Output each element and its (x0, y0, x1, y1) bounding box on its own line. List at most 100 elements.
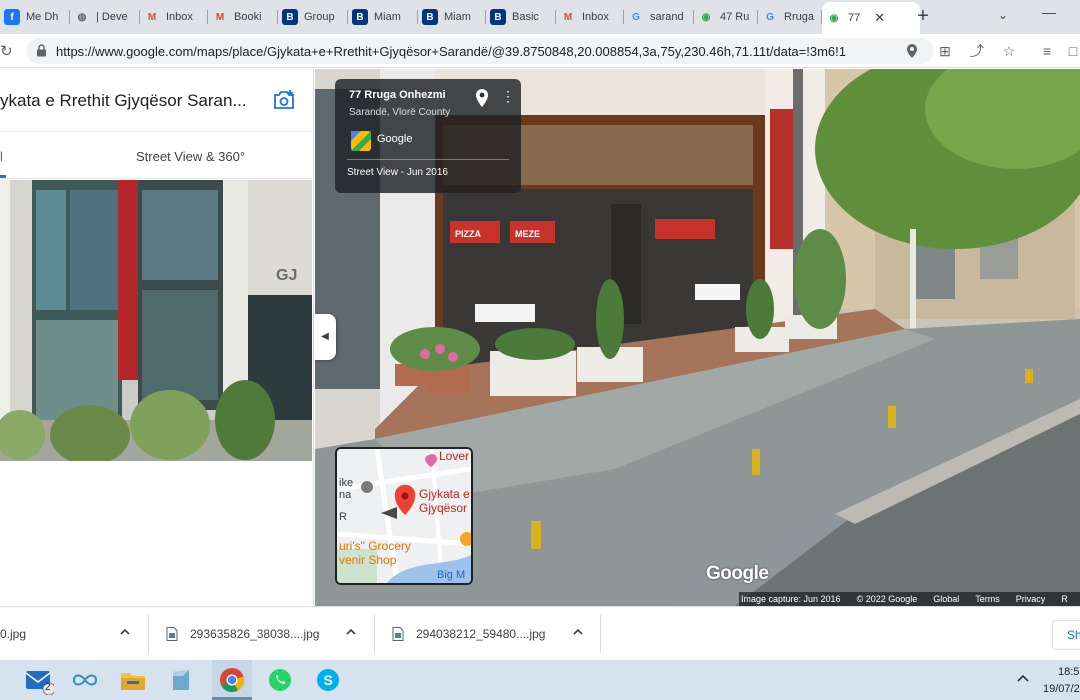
google-maps-logo-icon (351, 131, 371, 151)
map-label: R (339, 511, 347, 523)
tab-title: sarand (650, 11, 684, 23)
privacy-link[interactable]: Privacy (1016, 594, 1046, 604)
browser-tab[interactable]: M Inbox (140, 4, 208, 30)
browser-tab[interactable]: B Miam (348, 4, 418, 30)
file-icon (166, 627, 178, 641)
download-item[interactable]: 0.jpg (0, 607, 26, 661)
street-view-canvas[interactable]: PIZZA MEZE 77 Rruga Onhezmi Sarandë, Vlo… (315, 69, 1080, 606)
download-filename: 294038212_59480....jpg (416, 627, 546, 641)
booking-icon: B (490, 9, 506, 25)
add-photo-icon[interactable] (272, 89, 296, 111)
bookmark-star-icon[interactable]: ☆ (1000, 42, 1018, 60)
google-icon: G (766, 11, 774, 23)
download-filename: 293635826_38038....jpg (190, 627, 320, 641)
place-details-panel: ykata e Rrethit Gjyqësor Saran... l Stre… (0, 69, 314, 606)
browser-tab[interactable]: G Rruga (758, 4, 822, 30)
file-icon (392, 627, 404, 641)
new-tab-button[interactable]: + (912, 6, 934, 28)
browser-tab[interactable]: M Inbox (556, 4, 624, 30)
browser-tab[interactable]: M Booki (208, 4, 278, 30)
notes-app-icon[interactable] (166, 664, 196, 696)
street-view-address[interactable]: 77 Rruga Onhezmi (349, 89, 446, 101)
tab-all[interactable]: l (0, 149, 3, 164)
street-view-date[interactable]: Street View - Jun 2016 (347, 167, 448, 178)
svg-text:GJ: GJ (276, 267, 297, 284)
tab-title: 47 Ru (720, 11, 750, 23)
browser-tab[interactable]: B Basic (486, 4, 556, 30)
browser-tab[interactable]: Gsarand (624, 4, 694, 30)
booking-icon: B (282, 9, 298, 25)
chevron-up-icon[interactable] (345, 626, 357, 638)
share-icon[interactable]: ⤴ (968, 42, 986, 60)
lock-icon[interactable] (36, 44, 47, 57)
reload-icon[interactable]: ↻ (0, 42, 13, 60)
chrome-icon[interactable] (217, 664, 247, 696)
globe-icon: ◍ (77, 11, 87, 23)
mail-app-icon[interactable]: 2 (24, 664, 54, 696)
download-item[interactable]: 293635826_38038....jpg (166, 607, 319, 661)
browser-tab[interactable]: ◍ | Deve (70, 4, 140, 30)
clock-date[interactable]: 19/07/2 (1043, 683, 1080, 695)
map-label: Gjykata e (419, 487, 470, 501)
tab-title: Miam (444, 11, 471, 23)
tab-title: 77 (848, 12, 861, 24)
gmail-icon: M (215, 11, 225, 23)
chevron-up-icon[interactable] (119, 626, 131, 638)
tab-street-view[interactable]: Street View & 360° (136, 149, 245, 164)
mini-map[interactable]: Lover Gjykata e Gjyqësor ike na R uri's"… (335, 447, 473, 585)
install-app-icon[interactable]: ⊞ (936, 42, 954, 60)
divider (148, 615, 149, 653)
location-pin-icon[interactable] (475, 89, 489, 107)
show-hidden-icons-chevron-icon[interactable] (1016, 673, 1030, 683)
tab-title: Inbox (166, 11, 193, 23)
map-label: ike (339, 477, 354, 489)
windows-taskbar: 2 S 18:5 19/07/2 (0, 660, 1080, 700)
reading-list-icon[interactable]: ≡ (1038, 42, 1056, 60)
location-pin-icon[interactable] (906, 44, 918, 58)
file-explorer-icon[interactable] (118, 664, 148, 696)
tab-title: Booki (234, 11, 262, 23)
place-photo[interactable]: GJ (0, 180, 312, 461)
attribution-bar: Image capture: Jun 2016 © 2022 Google Gl… (739, 592, 1080, 606)
minimize-window-button[interactable]: — (1042, 4, 1056, 20)
google-icon: G (632, 11, 640, 23)
map-label: Big M (437, 569, 466, 581)
pizza-sign: PIZZA (455, 229, 481, 239)
gmail-icon: M (563, 11, 573, 23)
tab-search-chevron-icon[interactable]: ⌄ (998, 8, 1008, 22)
browser-tab[interactable]: B Miam (418, 4, 486, 30)
divider (600, 615, 601, 653)
browser-tab[interactable]: ◉ 47 Ru (694, 4, 758, 30)
gmail-icon: M (147, 11, 157, 23)
browser-tab[interactable]: ◉ 77 ✕ (822, 2, 920, 34)
terms-link[interactable]: Terms (975, 594, 1000, 604)
side-panel-icon[interactable]: □ (1064, 42, 1080, 60)
map-label: Gjyqësor (419, 501, 468, 515)
tab-title: Me Dh (26, 11, 59, 23)
svg-text:S: S (324, 672, 333, 688)
close-tab-icon[interactable]: ✕ (874, 10, 885, 26)
download-item[interactable]: 294038212_59480....jpg (392, 607, 545, 661)
url-text[interactable]: https://www.google.com/maps/place/Gjykat… (56, 44, 896, 59)
chevron-up-icon[interactable] (572, 626, 584, 638)
booking-icon: B (352, 9, 368, 25)
whatsapp-icon[interactable] (265, 664, 295, 696)
browser-tab[interactable]: f Me Dh (0, 4, 70, 30)
street-view-locality: Sarandë, Vlorë County (349, 107, 451, 118)
show-all-downloads-button[interactable]: Sh (1052, 620, 1080, 650)
collapse-panel-button[interactable]: ◀ (314, 314, 336, 360)
image-provider: Google (377, 133, 413, 145)
infinity-app-icon[interactable] (70, 664, 100, 696)
report-link[interactable]: R (1061, 594, 1068, 604)
more-options-icon[interactable]: ⋮ (501, 89, 515, 103)
skype-icon[interactable]: S (313, 664, 343, 696)
map-label: uri's" Grocery (339, 539, 411, 553)
map-label: Lover (439, 449, 470, 463)
clock-time[interactable]: 18:5 (1058, 666, 1079, 678)
copyright: © 2022 Google (856, 594, 918, 604)
units-link[interactable]: Global (933, 594, 959, 604)
meze-sign: MEZE (515, 229, 540, 239)
divider (0, 131, 314, 132)
address-bar[interactable]: https://www.google.com/maps/place/Gjykat… (26, 38, 934, 64)
browser-tab[interactable]: B Group (278, 4, 348, 30)
